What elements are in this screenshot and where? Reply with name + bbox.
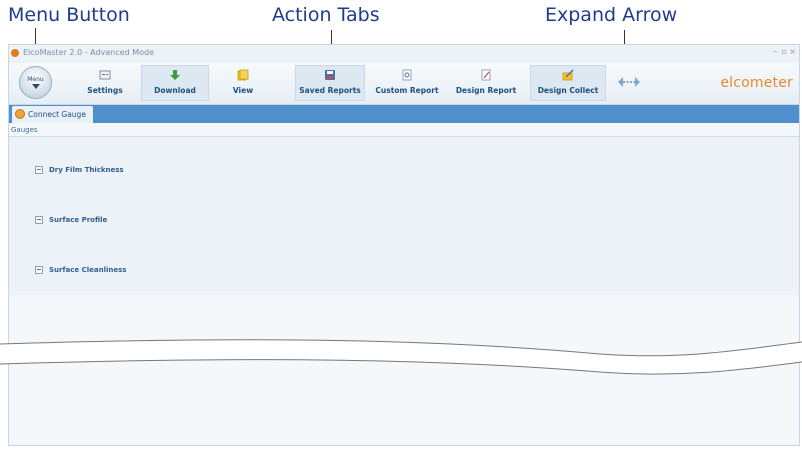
tab-design-collect-label: Design Collect (537, 86, 599, 95)
tab-download-label: Download (154, 86, 196, 95)
torn-cut-divider (0, 339, 802, 375)
ribbon: Menu Settings Download View Saved Report… (9, 63, 799, 105)
expand-plus-icon[interactable] (35, 216, 43, 224)
chevron-down-icon (32, 84, 40, 89)
connect-gauge-button[interactable]: Connect Gauge (12, 106, 93, 123)
close-icon[interactable]: × (789, 47, 796, 57)
window-title: ElcoMaster 2.0 - Advanced Mode (23, 48, 154, 57)
app-logo-icon (11, 49, 19, 57)
tab-settings[interactable]: Settings (71, 65, 139, 101)
tab-view[interactable]: View (211, 65, 275, 101)
annotation-action-tabs: Action Tabs (272, 4, 380, 26)
gauge-panel: Dry Film Thickness Surface Profile Surfa… (9, 137, 799, 295)
gauge-item-label: Dry Film Thickness (49, 166, 124, 174)
gauge-item-surface-cleanliness[interactable]: Surface Cleanliness (35, 266, 126, 274)
gauge-item-label: Surface Cleanliness (49, 266, 127, 274)
tab-design-collect[interactable]: Design Collect (530, 65, 606, 101)
tab-saved-reports-label: Saved Reports (299, 86, 361, 95)
gauge-item-surface-profile[interactable]: Surface Profile (35, 216, 107, 224)
tab-design-report-label: Design Report (455, 86, 517, 95)
gauge-item-dry-film-thickness[interactable]: Dry Film Thickness (35, 166, 124, 174)
folder-icon (237, 69, 249, 81)
menu-button[interactable]: Menu (19, 66, 52, 99)
tab-settings-label: Settings (87, 86, 123, 95)
gauges-title: Gauges (11, 126, 38, 134)
expand-plus-icon[interactable] (35, 266, 43, 274)
design-collect-icon (562, 69, 574, 81)
tab-view-label: View (232, 86, 254, 95)
title-bar: ElcoMaster 2.0 - Advanced Mode – ▫ × (9, 45, 799, 63)
brand-logo: elcometer (720, 75, 793, 91)
connect-gauge-icon (15, 109, 25, 119)
connect-gauge-label: Connect Gauge (28, 110, 86, 119)
tab-saved-reports[interactable]: Saved Reports (295, 65, 365, 101)
design-report-icon (481, 69, 491, 81)
expand-plus-icon[interactable] (35, 166, 43, 174)
download-arrow-icon (170, 70, 180, 80)
tab-custom-report[interactable]: Custom Report (372, 65, 442, 101)
annotation-menu-button: Menu Button (8, 4, 130, 26)
annotation-expand-arrow: Expand Arrow (545, 4, 678, 26)
gauges-header: Gauges (9, 124, 799, 137)
tab-design-report[interactable]: Design Report (450, 65, 522, 101)
custom-report-icon (402, 69, 412, 81)
settings-icon (99, 70, 111, 80)
gauge-item-label: Surface Profile (49, 216, 108, 224)
expand-arrow-icon[interactable] (618, 75, 640, 89)
menu-button-label: Menu (27, 76, 44, 83)
tab-custom-report-label: Custom Report (375, 86, 439, 95)
app-window: ElcoMaster 2.0 - Advanced Mode – ▫ × Men… (8, 44, 800, 446)
maximize-icon[interactable]: ▫ (782, 47, 787, 57)
tab-download[interactable]: Download (141, 65, 209, 101)
connect-bar: Connect Gauge (9, 105, 799, 123)
minimize-icon[interactable]: – (773, 47, 777, 57)
saved-reports-icon (325, 70, 335, 80)
